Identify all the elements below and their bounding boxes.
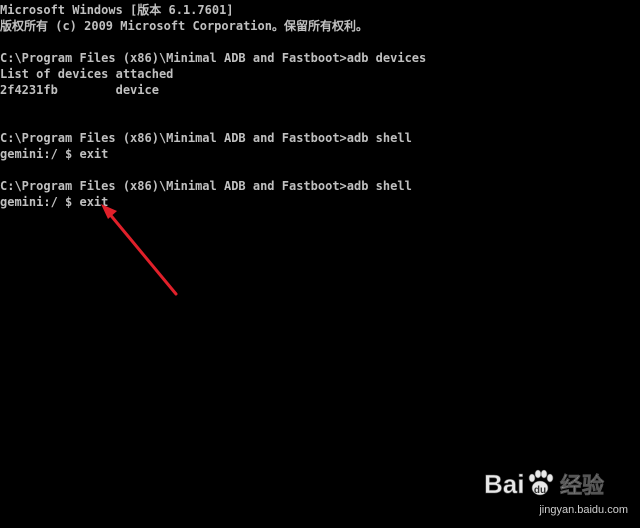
console-line: 2f4231fb device bbox=[0, 83, 159, 97]
command-prompt-console[interactable]: Microsoft Windows [版本 6.1.7601] 版权所有 (c)… bbox=[0, 0, 640, 528]
paw-icon: du bbox=[528, 469, 554, 496]
svg-text:du: du bbox=[534, 485, 546, 496]
console-line: gemini:/ $ exit bbox=[0, 147, 109, 161]
console-line: C:\Program Files (x86)\Minimal ADB and F… bbox=[0, 131, 412, 145]
console-line: gemini:/ $ exit bbox=[0, 195, 109, 209]
baidu-logo: Bai du 经验 bbox=[484, 469, 605, 500]
console-line: Microsoft Windows [版本 6.1.7601] bbox=[0, 3, 234, 17]
console-line: C:\Program Files (x86)\Minimal ADB and F… bbox=[0, 179, 412, 193]
baidu-jingyan-watermark: Bai du 经验 jingyan.baidu.com bbox=[482, 466, 632, 522]
svg-text:经验: 经验 bbox=[560, 473, 604, 499]
console-line: List of devices attached bbox=[0, 67, 174, 81]
console-line: 版权所有 (c) 2009 Microsoft Corporation。保留所有… bbox=[0, 19, 368, 33]
watermark-url: jingyan.baidu.com bbox=[539, 504, 628, 516]
svg-text:Bai: Bai bbox=[484, 469, 524, 499]
console-line: C:\Program Files (x86)\Minimal ADB and F… bbox=[0, 51, 427, 65]
